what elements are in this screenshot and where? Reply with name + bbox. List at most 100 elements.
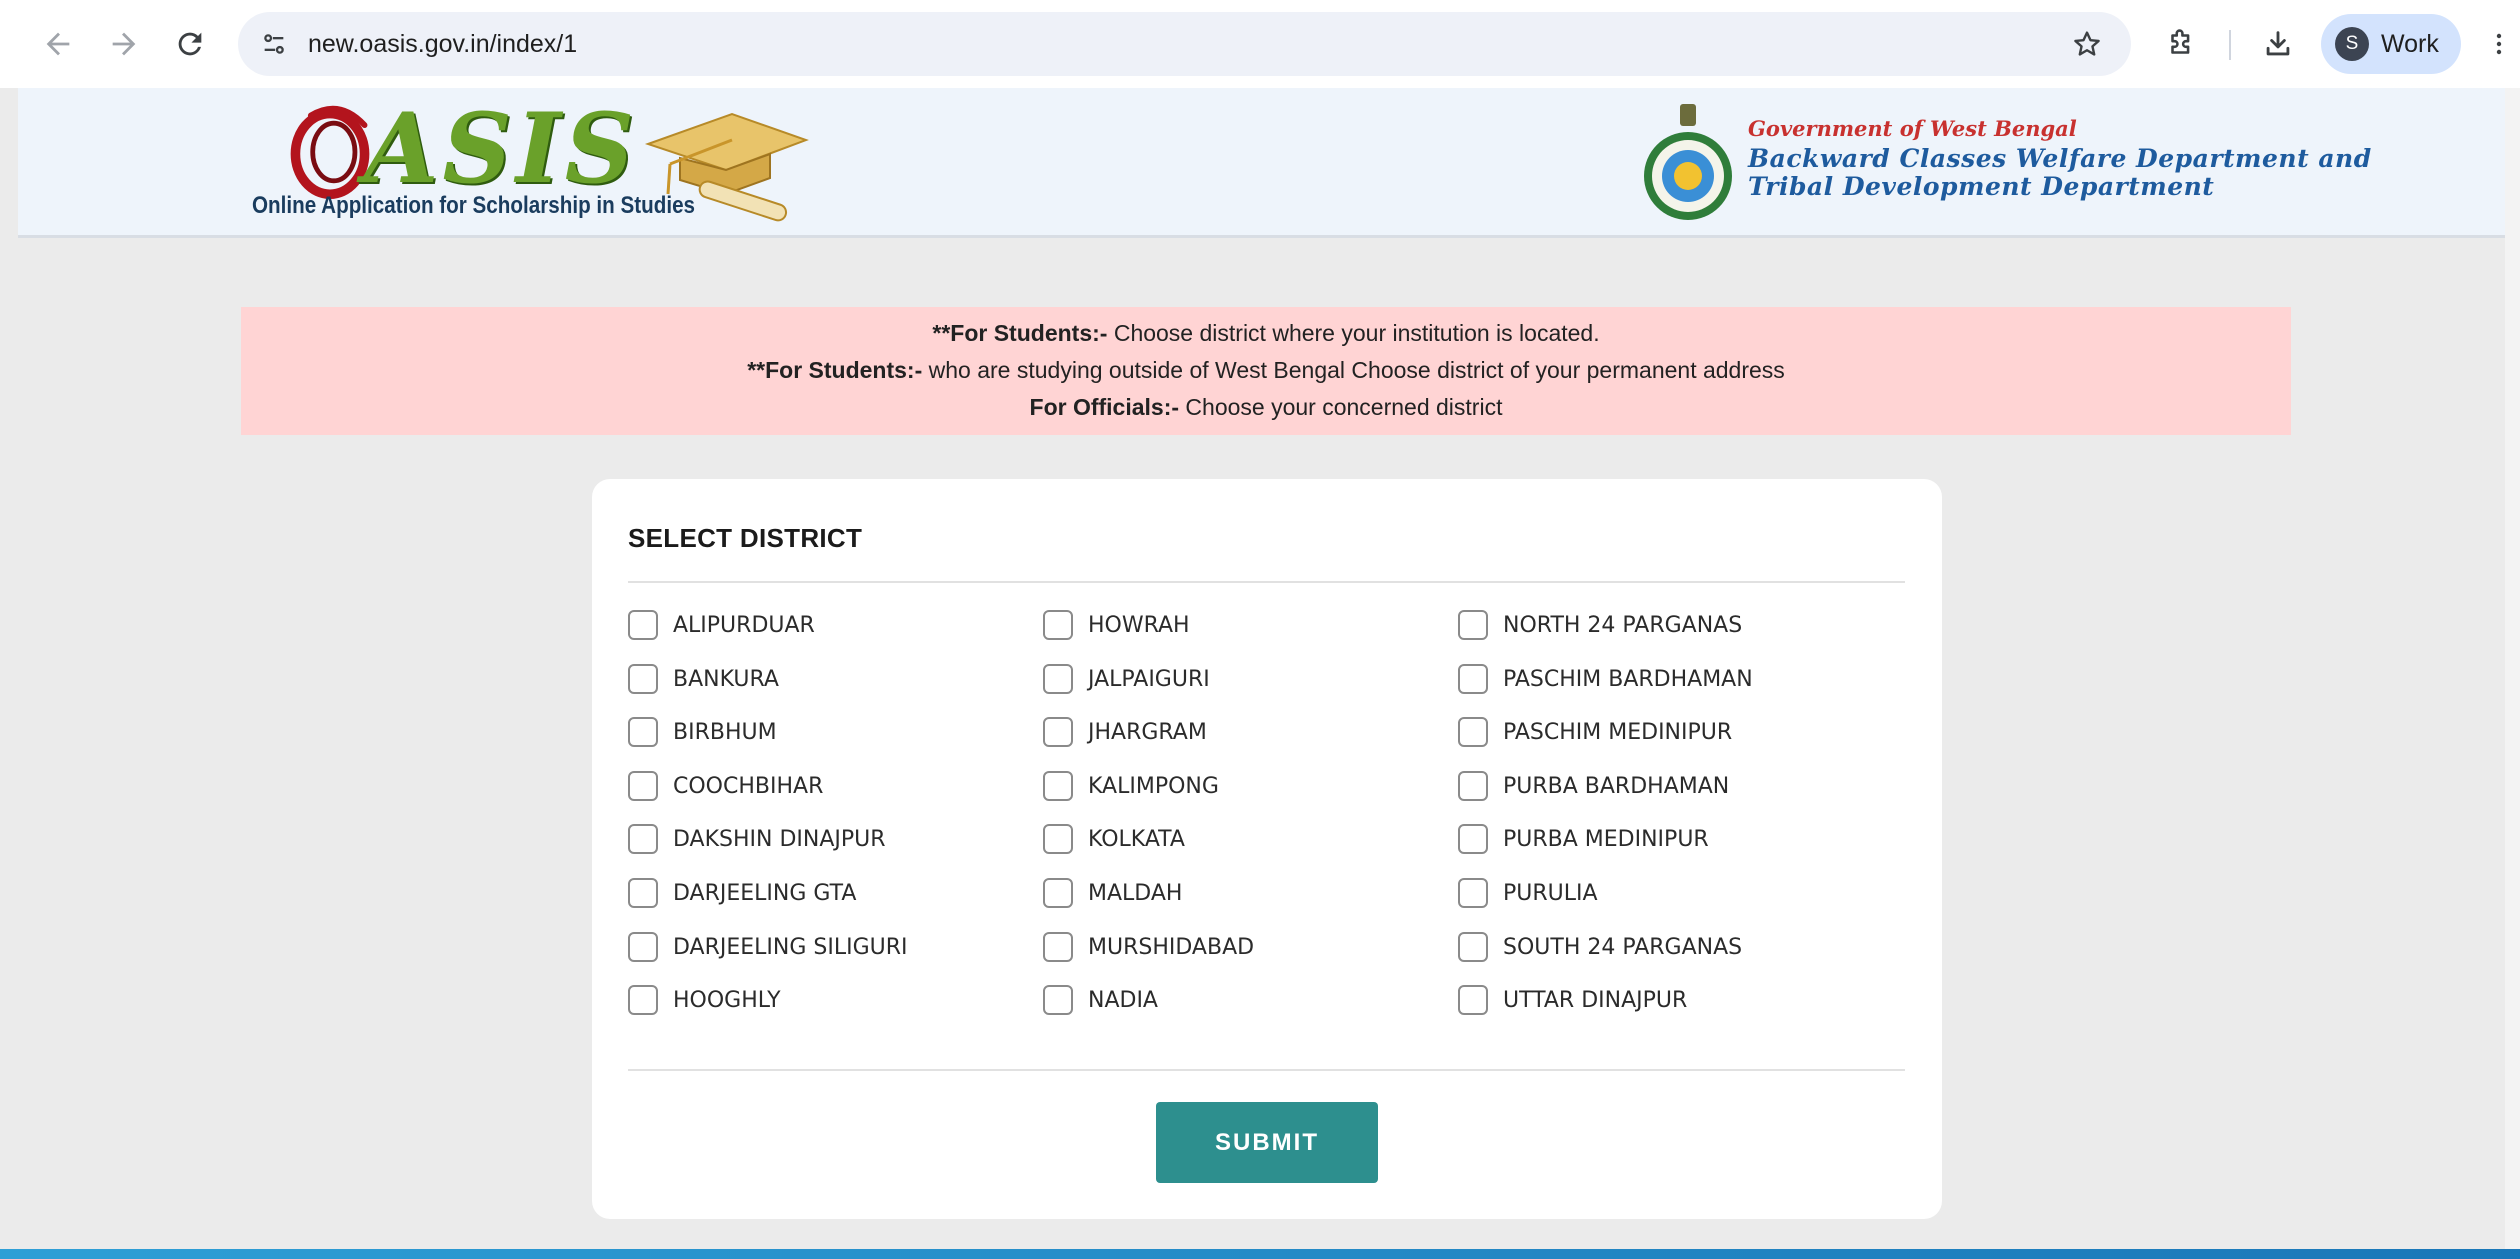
district-label: DAKSHIN DINAJPUR <box>673 826 886 852</box>
district-option[interactable]: NORTH 24 PARGANAS <box>1458 608 1742 642</box>
department-label-line1: Backward Classes Welfare Department and <box>1748 144 2372 173</box>
west-bengal-emblem <box>1644 104 1732 220</box>
avatar: S <box>2335 27 2369 61</box>
district-label: KALIMPONG <box>1088 773 1219 799</box>
district-checkbox[interactable] <box>1458 717 1488 747</box>
district-option[interactable]: DAKSHIN DINAJPUR <box>628 822 886 856</box>
district-option[interactable]: PURULIA <box>1458 876 1598 910</box>
district-checkbox[interactable] <box>1458 610 1488 640</box>
district-checkbox[interactable] <box>1043 610 1073 640</box>
district-option[interactable]: PASCHIM MEDINIPUR <box>1458 715 1732 749</box>
divider <box>628 581 1905 583</box>
browser-toolbar: new.oasis.gov.in/index/1 S Work <box>0 0 2520 88</box>
district-checkbox[interactable] <box>628 878 658 908</box>
district-label: NORTH 24 PARGANAS <box>1503 612 1743 638</box>
district-option[interactable]: COOCHBIHAR <box>628 769 823 803</box>
notice-line-3-text: Choose your concerned district <box>1179 394 1503 420</box>
district-checkbox[interactable] <box>1458 878 1488 908</box>
district-label: JHARGRAM <box>1088 719 1207 745</box>
district-label: PASCHIM BARDHAMAN <box>1503 666 1753 692</box>
oasis-logo-text: ASIS <box>364 92 639 205</box>
back-button[interactable] <box>34 20 82 68</box>
district-option[interactable]: BIRBHUM <box>628 715 777 749</box>
district-option[interactable]: PURBA BARDHAMAN <box>1458 769 1729 803</box>
district-checkbox[interactable] <box>1458 771 1488 801</box>
graduation-cap-icon <box>644 112 809 222</box>
district-checkbox[interactable] <box>628 771 658 801</box>
district-checkbox[interactable] <box>1043 932 1073 962</box>
district-checkbox[interactable] <box>1043 664 1073 694</box>
district-option[interactable]: PURBA MEDINIPUR <box>1458 822 1709 856</box>
district-checkbox[interactable] <box>1043 824 1073 854</box>
district-option[interactable]: NADIA <box>1043 983 1158 1017</box>
government-label: Government of West Bengal <box>1748 116 2077 141</box>
district-checkbox[interactable] <box>1458 824 1488 854</box>
puzzle-icon <box>2171 29 2190 54</box>
district-option[interactable]: KALIMPONG <box>1043 769 1219 803</box>
browser-menu-button[interactable] <box>2484 20 2514 68</box>
profile-name: Work <box>2381 29 2439 58</box>
district-label: JALPAIGURI <box>1088 666 1210 692</box>
district-checkbox[interactable] <box>628 610 658 640</box>
district-option[interactable]: MALDAH <box>1043 876 1182 910</box>
district-checkbox[interactable] <box>1458 985 1488 1015</box>
district-label: MURSHIDABAD <box>1088 934 1255 960</box>
district-checkbox[interactable] <box>1043 717 1073 747</box>
district-option[interactable]: DARJEELING SILIGURI <box>628 930 908 964</box>
district-label: BIRBHUM <box>673 719 777 745</box>
district-option[interactable]: JALPAIGURI <box>1043 662 1210 696</box>
district-label: BANKURA <box>673 666 779 692</box>
star-icon <box>2074 31 2100 56</box>
forward-button[interactable] <box>100 20 148 68</box>
address-bar[interactable]: new.oasis.gov.in/index/1 <box>238 12 2131 76</box>
submit-button[interactable]: SUBMIT <box>1156 1102 1378 1183</box>
district-checkbox[interactable] <box>628 717 658 747</box>
district-checkbox[interactable] <box>628 824 658 854</box>
form-title: SELECT DISTRICT <box>628 523 863 553</box>
district-form-card: SELECT DISTRICT ALIPURDUAR BANKURA BIRBHUM… <box>592 479 1942 1219</box>
notice-line-1: **For Students:- Choose district where y… <box>241 317 2291 349</box>
arrow-right-icon <box>112 32 136 56</box>
district-checkbox[interactable] <box>628 985 658 1015</box>
district-option[interactable]: HOWRAH <box>1043 608 1190 642</box>
notice-line-2-text: who are studying outside of West Bengal … <box>922 357 1785 383</box>
district-label: COOCHBIHAR <box>673 773 824 799</box>
district-label: HOOGHLY <box>673 987 781 1013</box>
instructions-notice: **For Students:- Choose district where y… <box>241 307 2291 435</box>
notice-line-1-heading: **For Students:- <box>932 320 1108 346</box>
district-option[interactable]: UTTAR DINAJPUR <box>1458 983 1687 1017</box>
district-label: KOLKATA <box>1088 826 1185 852</box>
site-info-button[interactable] <box>254 24 294 64</box>
downloads-button[interactable] <box>2254 20 2302 68</box>
district-checkbox[interactable] <box>1458 932 1488 962</box>
district-checkbox[interactable] <box>1043 771 1073 801</box>
bookmark-button[interactable] <box>2067 24 2107 64</box>
district-checkbox[interactable] <box>628 932 658 962</box>
district-option[interactable]: DARJEELING GTA <box>628 876 856 910</box>
reload-icon <box>178 32 202 56</box>
district-option[interactable]: MURSHIDABAD <box>1043 930 1254 964</box>
district-checkbox[interactable] <box>1043 878 1073 908</box>
district-option[interactable]: BANKURA <box>628 662 779 696</box>
arrow-left-icon <box>46 32 70 56</box>
district-option[interactable]: JHARGRAM <box>1043 715 1207 749</box>
url-text[interactable]: new.oasis.gov.in/index/1 <box>308 12 577 76</box>
district-checkbox[interactable] <box>628 664 658 694</box>
district-option[interactable]: KOLKATA <box>1043 822 1185 856</box>
reload-button[interactable] <box>166 20 214 68</box>
district-option[interactable]: HOOGHLY <box>628 983 781 1017</box>
district-option[interactable]: PASCHIM BARDHAMAN <box>1458 662 1753 696</box>
download-icon <box>2266 31 2290 56</box>
district-checkbox[interactable] <box>1458 664 1488 694</box>
notice-line-2-heading: **For Students:- <box>747 357 923 383</box>
district-label: HOWRAH <box>1088 612 1190 638</box>
page-scrollbar[interactable] <box>2505 88 2520 1249</box>
district-option[interactable]: SOUTH 24 PARGANAS <box>1458 930 1742 964</box>
extensions-button[interactable] <box>2157 20 2205 68</box>
district-label: DARJEELING SILIGURI <box>673 934 908 960</box>
footer-strip <box>0 1249 2520 1259</box>
district-checkbox[interactable] <box>1043 985 1073 1015</box>
district-option[interactable]: ALIPURDUAR <box>628 608 815 642</box>
oasis-logo-tagline: Online Application for Scholarship in St… <box>252 192 696 219</box>
profile-button[interactable]: S Work <box>2321 14 2461 74</box>
